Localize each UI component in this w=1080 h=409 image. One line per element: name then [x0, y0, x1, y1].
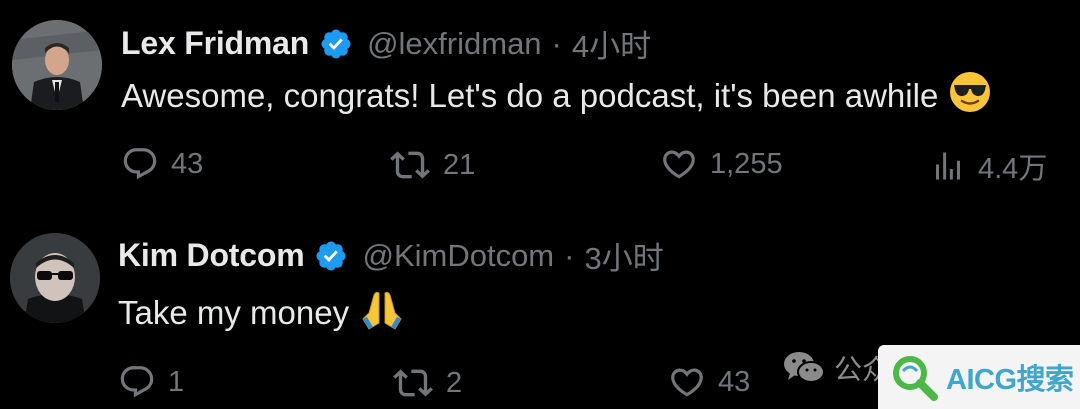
sunglasses-emoji-icon — [948, 70, 992, 122]
watermark-text: AICG搜索 — [946, 364, 1074, 396]
wechat-icon — [784, 352, 825, 383]
heart-icon — [663, 150, 695, 179]
author-name[interactable]: Lex Fridman — [121, 25, 309, 62]
author-handle[interactable]: @KimDotcom — [362, 238, 554, 274]
retweet-icon — [390, 151, 430, 179]
reply-icon — [120, 366, 154, 398]
reply-count: 43 — [171, 147, 204, 180]
tweet-text: Take my money — [118, 287, 405, 339]
like-count: 43 — [718, 365, 751, 398]
retweet-button[interactable]: 21 — [389, 145, 475, 185]
wechat-overlay: 公众 — [782, 348, 890, 388]
author-name[interactable]: Kim Dotcom — [118, 237, 305, 274]
reply-icon — [123, 148, 157, 180]
verified-badge-icon — [314, 239, 348, 273]
folded-hands-emoji-icon — [359, 287, 405, 339]
retweet-count: 2 — [446, 366, 463, 399]
reply-button[interactable]: 43 — [121, 145, 203, 183]
retweet-count: 21 — [443, 148, 476, 181]
reply-button[interactable]: 1 — [118, 363, 184, 401]
author-handle[interactable]: @lexfridman — [367, 26, 541, 62]
tweet-header: Kim Dotcom @KimDotcom · 3小时 — [118, 233, 664, 278]
verified-badge-icon — [319, 27, 353, 61]
magnifier-icon — [893, 356, 938, 401]
retweet-icon — [393, 369, 433, 397]
views-button[interactable]: 4.4万 — [930, 145, 1047, 187]
heart-icon — [671, 368, 703, 397]
reply-count: 1 — [168, 365, 185, 398]
avatar-kim-dotcom[interactable] — [10, 233, 100, 323]
separator-dot: · — [564, 237, 575, 273]
tweet-header: Lex Fridman @lexfridman · 4小时 — [121, 21, 651, 66]
tweet-text-content: Awesome, congrats! Let's do a podcast, i… — [121, 77, 939, 114]
avatar-lex-fridman[interactable] — [12, 20, 102, 110]
retweet-button[interactable]: 2 — [392, 363, 462, 403]
timestamp[interactable]: 4小时 — [572, 21, 651, 66]
views-count: 4.4万 — [978, 153, 1048, 185]
like-count: 1,255 — [710, 147, 783, 180]
aicg-watermark: AICG搜索 — [878, 345, 1080, 409]
tweet-lex-fridman[interactable]: Lex Fridman @lexfridman · 4小时 Awesome, c… — [0, 0, 1080, 205]
like-button[interactable]: 43 — [668, 363, 750, 401]
views-chart-icon — [936, 152, 960, 180]
separator-dot: · — [551, 25, 562, 61]
tweet-text: Awesome, congrats! Let's do a podcast, i… — [121, 70, 992, 122]
tweet-text-content: Take my money — [118, 294, 350, 331]
like-button[interactable]: 1,255 — [660, 145, 783, 183]
timestamp[interactable]: 3小时 — [584, 233, 663, 278]
